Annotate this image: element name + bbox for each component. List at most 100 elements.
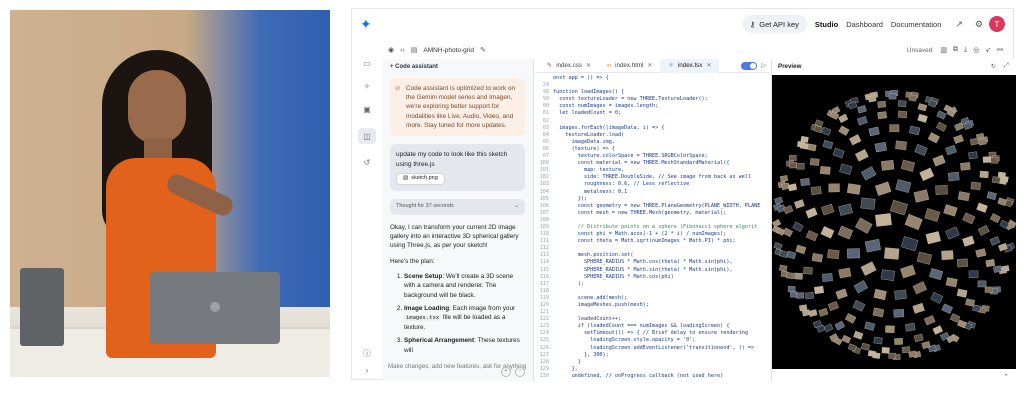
photo-sphere-gallery[interactable] xyxy=(772,75,1016,369)
code-line: 108 xyxy=(535,217,770,224)
gallery-photo-tile xyxy=(941,250,954,260)
gallery-photo-tile xyxy=(861,166,877,181)
play-icon[interactable]: ▷ xyxy=(761,62,766,69)
gallery-photo-tile xyxy=(792,221,804,232)
github-icon[interactable]: ◎ xyxy=(973,46,979,54)
gallery-photo-tile xyxy=(943,204,958,217)
file-tabs: ✎ index.css ✕ ‹› index.html ✕ ⚛ index.ts… xyxy=(535,59,770,73)
stream-nav-icon[interactable]: ✧ xyxy=(364,82,371,91)
get-api-key-button[interactable]: ⚷ Get API key xyxy=(741,15,807,33)
deploy-rocket-icon[interactable]: ➶ xyxy=(985,46,991,54)
edit-pencil-icon[interactable]: ✎ xyxy=(480,46,486,54)
plan-step-title: Scene Setup xyxy=(404,273,443,281)
line-number: 105 xyxy=(539,195,549,202)
gallery-photo-tile xyxy=(930,291,944,304)
plan-steps: Scene Setup: We'll create a 3D scene wit… xyxy=(390,272,525,355)
code-line: 112 xyxy=(535,245,770,252)
save-icon[interactable]: ▥ xyxy=(940,46,947,54)
laptop-left xyxy=(20,268,64,346)
gallery-photo-tile xyxy=(919,167,935,181)
code-text: images.forEach((imageData, i) => { xyxy=(553,124,665,131)
code-line: 04 textureLoader.load( xyxy=(535,132,770,139)
code-line: 122 loadedCount++; xyxy=(535,316,770,323)
preview-mode-icon[interactable]: ◉ xyxy=(388,46,394,54)
thought-toggle[interactable]: Thought for 37 seconds ⌄ xyxy=(390,198,525,215)
line-number: 125 xyxy=(539,337,549,344)
share-icon[interactable]: ⚯ xyxy=(997,46,1003,54)
code-line: 05 imageData.img, xyxy=(535,139,770,146)
code-text: if (loadedCount === numImages && loading… xyxy=(553,323,730,330)
code-text: roughness: 0.6, // Less reflective xyxy=(553,181,690,188)
gallery-photo-tile xyxy=(880,269,896,281)
code-line: 130 undefined, // onProgress callback (n… xyxy=(535,373,770,380)
tab-index-css[interactable]: ✎ index.css ✕ xyxy=(539,59,599,73)
code-text: }); xyxy=(553,195,588,202)
line-number: 99 xyxy=(542,96,549,103)
gallery-photo-tile xyxy=(835,288,848,300)
copy-icon[interactable]: ⧉ xyxy=(953,46,958,54)
code-line: 116 SPHERE_RADIUS * Math.cos(phi) xyxy=(535,274,770,281)
code-text: SPHERE_RADIUS * Math.sin(theta) * Math.s… xyxy=(553,266,733,273)
gallery-photo-tile xyxy=(877,100,887,108)
fullscreen-icon[interactable]: ⤢ xyxy=(1004,62,1009,70)
gallery-photo-tile xyxy=(846,248,861,259)
build-nav-icon[interactable]: ◫ xyxy=(358,128,376,144)
laptop-logo xyxy=(210,302,220,312)
attachment-chip[interactable]: ▧ sketch.png xyxy=(396,172,445,185)
gallery-photo-tile xyxy=(867,95,877,103)
code-content[interactable]: onst app = () => {24 98 function loadImage… xyxy=(535,73,770,380)
gallery-photo-tile xyxy=(975,248,987,258)
collapse-chevron-icon[interactable]: ⌃ xyxy=(1003,373,1009,381)
gallery-photo-tile xyxy=(894,338,903,345)
gallery-photo-tile xyxy=(860,261,877,276)
gallery-photo-tile xyxy=(822,273,833,282)
warning-text: Code assistant is optimized to work on t… xyxy=(406,84,516,129)
gallery-photo-tile xyxy=(888,352,897,359)
refresh-icon[interactable]: ↻ xyxy=(991,63,996,70)
gallery-photo-tile xyxy=(800,135,809,143)
history-nav-icon[interactable]: ↺ xyxy=(364,158,371,167)
nav-studio[interactable]: Studio xyxy=(815,20,838,29)
tab-index-html[interactable]: ‹› index.html ✕ xyxy=(599,59,660,73)
line-number: 103 xyxy=(539,181,549,188)
gallery-photo-tile xyxy=(977,225,990,236)
gallery-photo-tile xyxy=(864,321,876,331)
expand-chevron-icon[interactable]: › xyxy=(366,366,369,375)
nav-dashboard[interactable]: Dashboard xyxy=(846,20,883,29)
chat-nav-icon[interactable]: ▭ xyxy=(363,59,371,68)
gallery-photo-tile xyxy=(820,166,831,175)
settings-gear-icon[interactable]: ⚙ xyxy=(975,19,983,30)
send-icon[interactable]: ↑ xyxy=(515,367,525,377)
code-line: 110 const phi = Math.acos(-1 + (2 * i) /… xyxy=(535,231,770,238)
nav-documentation[interactable]: Documentation xyxy=(891,20,941,29)
autosave-toggle[interactable] xyxy=(741,61,758,70)
download-icon[interactable]: ⤓ xyxy=(964,46,967,54)
user-avatar[interactable]: T xyxy=(989,16,1005,32)
code-mode-icon[interactable]: ‹› xyxy=(400,47,405,54)
gallery-photo-tile xyxy=(945,226,960,240)
gallery-photo-tile xyxy=(838,113,849,123)
line-number: 128 xyxy=(539,358,549,365)
gallery-photo-tile xyxy=(945,277,958,288)
close-tab-icon[interactable]: ✕ xyxy=(647,62,652,69)
gallery-photo-tile xyxy=(783,205,794,215)
add-attachment-icon[interactable]: + xyxy=(501,367,511,377)
media-nav-icon[interactable]: ▣ xyxy=(363,105,371,114)
code-text: const material = new THREE.MeshStandardM… xyxy=(553,160,730,167)
preview-canvas[interactable] xyxy=(772,75,1016,369)
close-tab-icon[interactable]: ✕ xyxy=(586,62,591,69)
code-line: 115 SPHERE_RADIUS * Math.sin(theta) * Ma… xyxy=(535,267,770,274)
studio-logo-icon[interactable]: ✦ xyxy=(360,16,380,33)
close-tab-icon[interactable]: ✕ xyxy=(706,62,711,69)
gallery-photo-tile xyxy=(794,272,803,280)
screenshot: ✦ ⚷ Get API key Studio Dashboard Documen… xyxy=(0,0,1024,404)
code-text: imageMeshes.push(mesh); xyxy=(553,302,649,308)
info-icon[interactable]: ⓘ xyxy=(363,348,371,359)
code-text: const textureLoader = new THREE.TextureL… xyxy=(553,96,708,103)
split-mode-icon[interactable]: ▤ xyxy=(411,46,418,54)
plan-step: Image Loading: Each image from your imag… xyxy=(404,304,525,333)
code-line: 98 function loadImages() { xyxy=(535,89,770,96)
code-text: const mesh = new THREE.Mesh(geometry, ma… xyxy=(553,209,727,216)
code-text: let loadedCount = 0; xyxy=(553,110,622,117)
tab-index-tsx[interactable]: ⚛ index.tsx ✕ xyxy=(660,59,720,73)
